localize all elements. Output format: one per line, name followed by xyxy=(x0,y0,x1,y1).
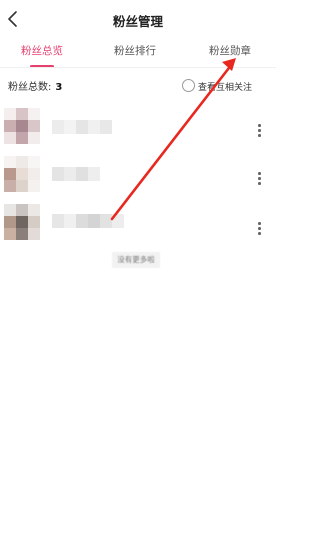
divider xyxy=(0,67,276,68)
fans-total-count: 3 xyxy=(55,82,63,93)
fan-list-item[interactable] xyxy=(0,106,276,154)
fans-total: 粉丝总数: 3 xyxy=(8,78,62,93)
fan-list-item[interactable] xyxy=(0,156,276,204)
tab-fans-badge[interactable]: 粉丝勋章 xyxy=(209,43,251,58)
tab-fans-ranking[interactable]: 粉丝排行 xyxy=(114,43,156,58)
tab-bar: 粉丝总览 粉丝排行 粉丝勋章 xyxy=(0,38,276,68)
mutual-follow-label: 查看互相关注 xyxy=(198,83,253,93)
more-options-icon[interactable] xyxy=(256,222,262,236)
fans-total-label: 粉丝总数: xyxy=(8,82,52,93)
avatar[interactable] xyxy=(4,204,40,240)
fan-name-blurred xyxy=(52,214,124,228)
fan-name-blurred xyxy=(52,120,112,134)
avatar[interactable] xyxy=(4,156,40,192)
tab-fans-overview[interactable]: 粉丝总览 xyxy=(21,43,63,58)
mutual-follow-filter[interactable]: 查看互相关注 xyxy=(182,79,266,93)
page-title: 粉丝管理 xyxy=(112,14,163,29)
radio-icon[interactable] xyxy=(182,79,195,92)
top-bar: 粉丝管理 xyxy=(0,0,276,36)
no-more-text: 没有更多啦 xyxy=(112,252,160,268)
fan-list-item[interactable] xyxy=(0,204,276,252)
more-options-icon[interactable] xyxy=(256,172,262,186)
avatar[interactable] xyxy=(4,108,40,144)
fan-name-blurred xyxy=(52,167,100,181)
more-options-icon[interactable] xyxy=(256,124,262,138)
